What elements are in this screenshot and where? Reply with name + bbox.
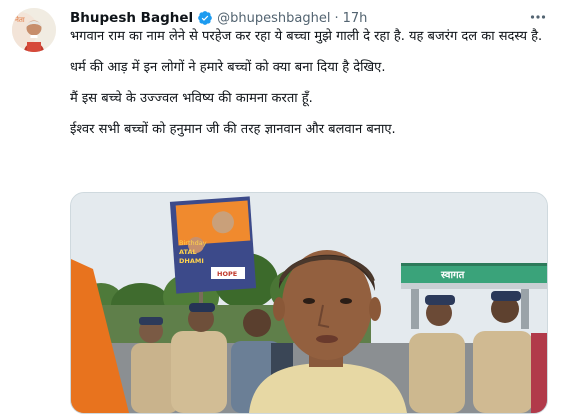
author-name[interactable]: Bhupesh Baghel xyxy=(70,10,193,26)
separator-dot: · xyxy=(334,10,339,26)
tweet-paragraph: मैं इस बच्चे के उज्ज्वल भविष्य की कामना … xyxy=(70,91,313,106)
billboard: Birthday ATAL DHAMI HOPE xyxy=(169,196,257,294)
billboard-line: DHAMI xyxy=(179,257,204,265)
tweet-video[interactable]: Birthday ATAL DHAMI HOPE स्वागत xyxy=(70,192,548,414)
tweet-paragraph: धर्म की आड़ में इन लोगों ने हमारे बच्चों… xyxy=(70,60,386,75)
tweet-paragraph: भगवान राम का नाम लेने से परहेज कर रहा ये… xyxy=(70,29,543,44)
tweet-card[interactable]: नेता Bhupesh Baghel @bhupeshbaghel · 17h… xyxy=(0,0,565,414)
billboard-line: ATAL xyxy=(179,248,197,256)
more-options-icon[interactable] xyxy=(529,8,547,26)
billboard-tag: HOPE xyxy=(217,270,237,278)
verified-badge-icon xyxy=(197,10,213,26)
video-frame: Birthday ATAL DHAMI HOPE स्वागत xyxy=(71,193,547,413)
avatar-image: नेता xyxy=(12,8,56,52)
avatar-label: नेता xyxy=(15,15,25,24)
tweet-header: Bhupesh Baghel @bhupeshbaghel · 17h xyxy=(70,8,555,28)
gate-sign: स्वागत xyxy=(440,270,466,281)
tweet-timestamp[interactable]: 17h xyxy=(343,11,368,26)
author-handle[interactable]: @bhupeshbaghel xyxy=(217,11,330,26)
author-avatar[interactable]: नेता xyxy=(12,8,56,52)
tweet-text: भगवान राम का नाम लेने से परहेज कर रहा ये… xyxy=(70,27,550,151)
tweet-paragraph: ईश्वर सभी बच्चों को हनुमान जी की तरह ज्ञ… xyxy=(70,122,396,137)
billboard-line: Birthday xyxy=(179,239,207,247)
